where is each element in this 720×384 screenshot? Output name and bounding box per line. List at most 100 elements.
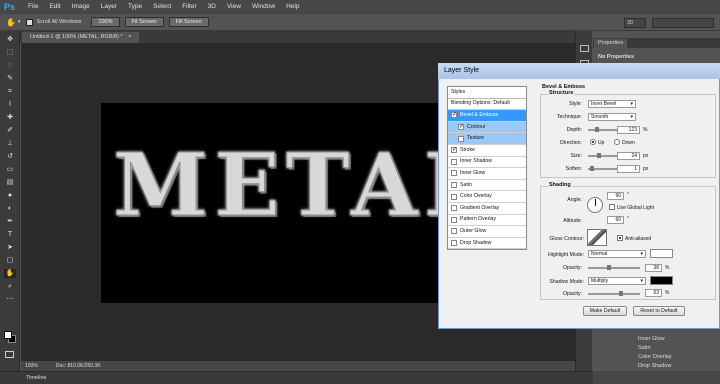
effect-drop-shadow[interactable]: Drop Shadow	[638, 363, 671, 369]
shadow-mode-select[interactable]: Multiply	[588, 277, 646, 285]
style-item-checkbox[interactable]: ✓	[451, 147, 457, 154]
menu-layer[interactable]: Layer	[101, 0, 117, 14]
close-icon[interactable]: ×	[128, 34, 131, 40]
soften-slider-knob[interactable]	[589, 166, 594, 171]
style-item-outer-glow[interactable]: Outer Glow	[448, 226, 526, 238]
brush-tool-icon[interactable]: ✐	[4, 126, 16, 135]
style-item-stroke[interactable]: ✓ Stroke	[448, 145, 526, 157]
healing-brush-tool-icon[interactable]: ✚	[4, 113, 16, 122]
style-item-satin[interactable]: Satin	[448, 180, 526, 192]
highlight-opacity-field[interactable]: 38	[645, 264, 662, 272]
move-tool-icon[interactable]: ✥	[4, 35, 16, 44]
soften-field[interactable]: 1	[617, 165, 640, 173]
style-item-checkbox[interactable]	[451, 205, 457, 212]
crop-tool-icon[interactable]: ⌗	[4, 87, 16, 96]
direction-up-radio[interactable]	[590, 139, 596, 145]
gloss-contour-preview[interactable]	[587, 229, 607, 246]
gradient-tool-icon[interactable]: ▤	[4, 178, 16, 187]
size-field[interactable]: 24	[617, 152, 640, 160]
shadow-opacity-knob[interactable]	[619, 291, 624, 296]
marquee-tool-icon[interactable]: ⬚	[4, 48, 16, 57]
history-brush-tool-icon[interactable]: ↺	[4, 152, 16, 161]
shape-tool-icon[interactable]: ▢	[4, 256, 16, 265]
history-panel-icon[interactable]	[580, 45, 589, 52]
depth-slider-knob[interactable]	[594, 127, 599, 132]
properties-tab[interactable]: Properties	[594, 39, 628, 48]
effect-satin[interactable]: Satin	[638, 345, 651, 351]
more-tools-icon[interactable]: ⋯	[4, 295, 16, 304]
fill-screen-button[interactable]: Fill Screen	[168, 17, 209, 27]
pen-tool-icon[interactable]: ✒	[4, 217, 16, 226]
zoom-level[interactable]: 100%	[25, 363, 38, 369]
style-item-checkbox[interactable]	[451, 216, 457, 223]
shadow-color-swatch[interactable]	[650, 276, 673, 285]
menu-file[interactable]: File	[28, 0, 38, 14]
lasso-tool-icon[interactable]: ◌	[4, 61, 16, 70]
style-item-pattern-overlay[interactable]: Pattern Overlay	[448, 215, 526, 227]
menu-edit[interactable]: Edit	[49, 0, 60, 14]
global-light-checkbox[interactable]	[609, 204, 615, 210]
blur-tool-icon[interactable]: ●	[4, 191, 16, 200]
fit-screen-button[interactable]: Fit Screen	[124, 17, 164, 27]
technique-select[interactable]: Smooth	[588, 113, 636, 121]
canvas[interactable]: METAL	[101, 103, 441, 303]
zoom-100-button[interactable]: 100%	[91, 17, 120, 27]
style-item-checkbox[interactable]: ✓	[451, 112, 457, 119]
style-item-bevel-emboss[interactable]: ✓ Bevel & Emboss	[448, 110, 526, 122]
style-item-checkbox[interactable]	[451, 158, 457, 165]
style-item-color-overlay[interactable]: Color Overlay	[448, 191, 526, 203]
eraser-tool-icon[interactable]: ▭	[4, 165, 16, 174]
highlight-opacity-knob[interactable]	[607, 265, 612, 270]
angle-field[interactable]: 90	[607, 192, 624, 200]
style-item-drop-shadow[interactable]: Drop Shadow	[448, 238, 526, 250]
style-item-checkbox[interactable]: ✓	[458, 124, 464, 131]
style-item-checkbox[interactable]	[451, 182, 457, 189]
size-slider-knob[interactable]	[596, 153, 601, 158]
style-item-texture[interactable]: Texture	[448, 133, 526, 145]
menu-3d[interactable]: 3D	[208, 0, 216, 14]
anti-aliased-checkbox[interactable]	[617, 235, 623, 241]
dodge-tool-icon[interactable]: ◐	[4, 204, 16, 213]
zoom-tool-icon[interactable]: ⌕	[4, 282, 16, 291]
menu-type[interactable]: Type	[128, 0, 142, 14]
menu-help[interactable]: Help	[286, 0, 299, 14]
highlight-opacity-slider[interactable]	[588, 265, 640, 270]
hand-tool-icon[interactable]: ✋	[4, 269, 16, 278]
effect-inner-glow[interactable]: Inner Glow	[638, 336, 665, 342]
style-item-inner-shadow[interactable]: Inner Shadow	[448, 157, 526, 169]
style-item-blending-options-default[interactable]: Blending Options: Default	[448, 99, 526, 111]
menu-image[interactable]: Image	[72, 0, 90, 14]
type-tool-icon[interactable]: T	[4, 230, 16, 239]
clone-stamp-tool-icon[interactable]: ⊥	[4, 139, 16, 148]
menu-view[interactable]: View	[227, 0, 241, 14]
highlight-color-swatch[interactable]	[650, 249, 673, 258]
shadow-opacity-slider[interactable]	[588, 291, 640, 296]
search-field[interactable]	[652, 18, 714, 28]
style-item-checkbox[interactable]	[451, 228, 457, 235]
hand-tool-icon[interactable]: ✋	[6, 18, 16, 27]
style-item-checkbox[interactable]	[451, 240, 457, 247]
style-item-inner-glow[interactable]: Inner Glow	[448, 168, 526, 180]
highlight-mode-select[interactable]: Normal	[588, 250, 646, 258]
workspace-dropdown[interactable]: 3D	[624, 18, 646, 28]
direction-down-radio[interactable]	[614, 139, 620, 145]
shadow-opacity-field[interactable]: 63	[645, 289, 662, 297]
tool-preset-chevron-icon[interactable]: ▾	[18, 19, 21, 25]
menu-filter[interactable]: Filter	[182, 0, 196, 14]
altitude-field[interactable]: 60	[607, 216, 624, 224]
make-default-button[interactable]: Make Default	[583, 306, 627, 316]
document-tab[interactable]: Untitled-1 @ 100% (METAL, RGB/8) * ×	[22, 32, 140, 43]
style-item-checkbox[interactable]	[458, 135, 464, 142]
quick-select-tool-icon[interactable]: ✎	[4, 74, 16, 83]
effect-color-overlay[interactable]: Color Overlay	[638, 354, 672, 360]
eyedropper-tool-icon[interactable]: ⌇	[4, 100, 16, 109]
style-item-checkbox[interactable]	[451, 193, 457, 200]
styles-header[interactable]: Styles	[448, 87, 526, 99]
path-select-tool-icon[interactable]: ➤	[4, 243, 16, 252]
foreground-color-swatch[interactable]	[4, 331, 12, 339]
style-select[interactable]: Inner Bevel	[588, 100, 636, 108]
scroll-all-windows-checkbox[interactable]	[26, 18, 34, 26]
style-item-gradient-overlay[interactable]: Gradient Overlay	[448, 203, 526, 215]
menu-window[interactable]: Window	[252, 0, 275, 14]
quick-mask-icon[interactable]	[5, 351, 14, 358]
